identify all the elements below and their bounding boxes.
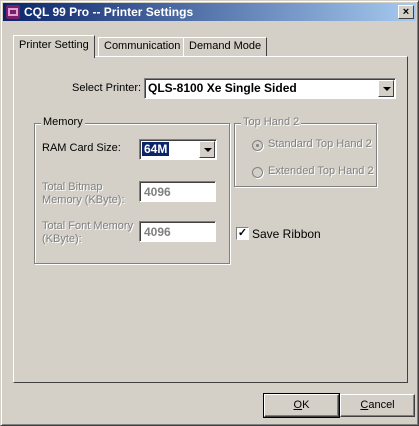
tab-printer-setting[interactable]: Printer Setting — [13, 35, 95, 58]
standard-top-hand-radio[interactable] — [252, 140, 263, 151]
printer-settings-window: CQL 99 Pro -- Printer Settings × Printer… — [0, 0, 419, 426]
top-hand-group-title: Top Hand 2 — [241, 116, 302, 128]
ram-dropdown-button[interactable] — [199, 141, 215, 158]
close-button[interactable]: × — [398, 5, 414, 19]
total-font-label-line2: (KByte): — [42, 233, 82, 245]
memory-group-title: Memory — [41, 116, 85, 128]
ram-card-size-select[interactable]: 64M — [139, 139, 217, 160]
title-bar[interactable]: CQL 99 Pro -- Printer Settings × — [3, 3, 416, 21]
tab-demand-mode[interactable]: Demand Mode — [183, 37, 268, 56]
ok-label: K — [302, 399, 310, 411]
ok-mnemonic: O — [293, 399, 303, 411]
app-icon — [6, 5, 20, 19]
select-printer-label: Select Printer: — [72, 82, 142, 94]
cancel-label: ancel — [368, 399, 395, 411]
tab-communication[interactable]: Communication — [98, 37, 187, 56]
printer-select-value: QLS-8100 Xe Single Sided — [148, 81, 297, 95]
standard-top-hand-label: Standard Top Hand 2 — [268, 138, 372, 150]
total-bitmap-memory-field: 4096 — [139, 181, 216, 202]
total-font-memory-field: 4096 — [139, 221, 216, 242]
chevron-down-icon — [204, 148, 212, 152]
printer-select[interactable]: QLS-8100 Xe Single Sided — [144, 78, 396, 99]
ok-button[interactable]: OK — [263, 393, 340, 418]
save-ribbon-label[interactable]: Save Ribbon — [252, 227, 321, 241]
window-title: CQL 99 Pro -- Printer Settings — [24, 5, 194, 19]
extended-top-hand-radio[interactable] — [252, 167, 263, 178]
tab-panel: Select Printer: QLS-8100 Xe Single Sided… — [13, 56, 408, 383]
save-ribbon-checkbox[interactable]: ✓ — [236, 227, 249, 240]
checkmark-icon: ✓ — [237, 227, 248, 239]
total-bitmap-label-line2: Memory (KByte): — [42, 194, 125, 206]
close-icon: × — [402, 6, 410, 18]
ram-card-size-label: RAM Card Size: — [42, 142, 121, 154]
printer-dropdown-button[interactable] — [378, 80, 394, 97]
ram-card-size-value: 64M — [142, 142, 170, 156]
cancel-button[interactable]: Cancel — [340, 394, 415, 417]
chevron-down-icon — [383, 87, 391, 91]
total-bitmap-label-line1: Total Bitmap — [42, 181, 103, 193]
total-font-label-line1: Total Font Memory — [42, 220, 134, 232]
extended-top-hand-label: Extended Top Hand 2 — [268, 165, 374, 177]
